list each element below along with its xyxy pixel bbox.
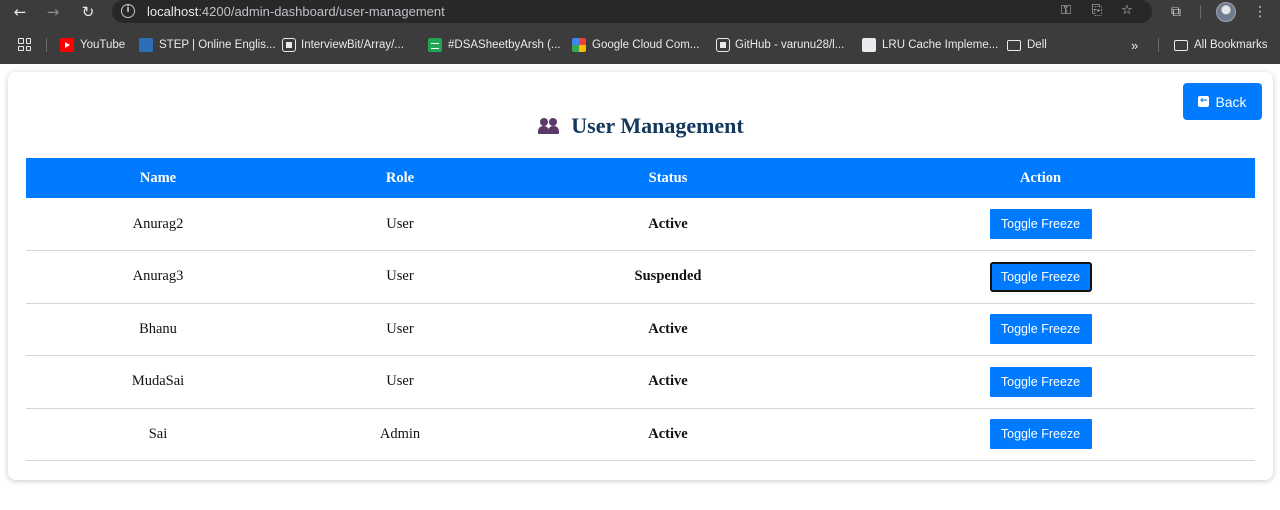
user-name: Anurag2 (26, 198, 290, 251)
bookmark-label: #DSASheetbyArsh (... (448, 39, 561, 51)
toggle-freeze-button[interactable]: Toggle Freeze (989, 261, 1092, 292)
user-role: User (290, 198, 510, 251)
bookmarks-overflow-button[interactable]: » (1131, 36, 1138, 54)
bookmark-lru-cache[interactable]: LRU Cache Impleme... (862, 36, 998, 54)
user-name: MudaSai (26, 355, 290, 409)
all-bookmarks-label: All Bookmarks (1194, 39, 1268, 51)
bookmark-dsasheet[interactable]: #DSASheetbyArsh (... (428, 36, 561, 54)
overflow-chevron-icon: » (1131, 37, 1139, 53)
status-badge: Suspended (510, 250, 826, 304)
table-row: Anurag3 User Suspended Toggle Freeze (26, 250, 1255, 304)
page-content: ← Back User Management Name Role Status … (0, 64, 1280, 510)
globe-icon (862, 38, 876, 52)
extensions-icon[interactable]: ⧉ (1166, 2, 1186, 22)
status-badge: Active (510, 408, 826, 461)
google-cloud-icon (572, 38, 586, 52)
table-row: Bhanu User Active Toggle Freeze (26, 303, 1255, 356)
apps-grid-icon[interactable] (18, 38, 31, 51)
users-icon (537, 117, 561, 135)
page-title: User Management (8, 113, 1273, 139)
bookmark-label: Google Cloud Com... (592, 39, 700, 51)
url-path: :4200/admin-dashboard/user-management (198, 4, 445, 19)
status-badge: Active (510, 355, 826, 409)
translate-icon[interactable]: ⎘ (1088, 2, 1106, 20)
user-role: User (290, 355, 510, 409)
status-badge: Active (510, 303, 826, 356)
table-row: Sai Admin Active Toggle Freeze (26, 408, 1255, 461)
column-header-role: Role (290, 158, 510, 198)
toggle-freeze-button[interactable]: Toggle Freeze (989, 366, 1092, 397)
action-cell: Toggle Freeze (826, 303, 1255, 356)
forward-nav-icon[interactable]: → (43, 2, 63, 22)
bookmark-label: LRU Cache Impleme... (882, 39, 999, 51)
bookmark-label: InterviewBit/Array/... (301, 39, 404, 51)
action-cell: Toggle Freeze (826, 250, 1255, 304)
folder-icon (1174, 39, 1188, 51)
toggle-freeze-button[interactable]: Toggle Freeze (989, 419, 1092, 450)
user-role: Admin (290, 408, 510, 461)
table-header-row: Name Role Status Action (26, 158, 1255, 198)
bookmark-interviewbit[interactable]: InterviewBit/Array/... (283, 36, 404, 54)
toggle-freeze-button[interactable]: Toggle Freeze (989, 209, 1092, 239)
bookmark-label: Dell (1027, 39, 1047, 51)
bookmark-youtube[interactable]: YouTube (60, 36, 125, 54)
toggle-freeze-button[interactable]: Toggle Freeze (989, 314, 1092, 345)
bookmark-label: STEP | Online Englis... (159, 39, 276, 51)
sheets-icon (428, 38, 442, 52)
github-icon (283, 39, 295, 51)
user-name: Sai (26, 408, 290, 461)
back-button-label: Back (1215, 93, 1247, 110)
url-host: localhost (147, 4, 199, 19)
column-header-action: Action (826, 158, 1255, 198)
user-management-card: ← Back User Management Name Role Status … (8, 72, 1273, 480)
all-bookmarks-button[interactable]: All Bookmarks (1174, 36, 1268, 54)
table-row: MudaSai User Active Toggle Freeze (26, 355, 1255, 409)
github-icon (717, 39, 729, 51)
table-row: Anurag2 User Active Toggle Freeze (26, 198, 1255, 251)
bookmark-google-cloud[interactable]: Google Cloud Com... (572, 36, 699, 54)
bookmark-folder-dell[interactable]: Dell (1007, 36, 1047, 54)
user-role: User (290, 303, 510, 356)
profile-avatar[interactable] (1216, 2, 1236, 22)
toolbar-divider (1200, 5, 1201, 19)
action-cell: Toggle Freeze (826, 408, 1255, 461)
action-cell: Toggle Freeze (826, 355, 1255, 409)
url-text[interactable]: localhost:4200/admin-dashboard/user-mana… (147, 4, 445, 19)
page-title-text: User Management (571, 113, 744, 138)
browser-toolbar: ← → ↻ i localhost:4200/admin-dashboard/u… (0, 0, 1280, 24)
password-key-icon[interactable]: ⚿ (1057, 2, 1075, 20)
user-name: Bhanu (26, 303, 290, 356)
column-header-name: Name (26, 158, 290, 198)
back-arrow-icon: ← (1198, 96, 1210, 107)
bookmark-label: YouTube (80, 39, 126, 51)
bookmark-github-varunu28[interactable]: GitHub - varunu28/l... (717, 36, 844, 54)
action-cell: Toggle Freeze (826, 198, 1255, 251)
status-badge: Active (510, 198, 826, 251)
youtube-icon (60, 38, 74, 52)
menu-kebab-icon[interactable]: ⋮ (1250, 2, 1270, 22)
column-header-status: Status (510, 158, 826, 198)
step-icon (139, 38, 153, 52)
reload-icon[interactable]: ↻ (78, 2, 98, 22)
user-role: User (290, 250, 510, 304)
user-name: Anurag3 (26, 250, 290, 304)
bookmarks-bar: YouTube STEP | Online Englis... Intervie… (0, 24, 1280, 64)
users-table: Name Role Status Action Anurag2 User Act… (26, 158, 1255, 461)
bookmark-star-icon[interactable]: ☆ (1118, 2, 1136, 20)
bookmarks-divider (46, 38, 47, 52)
bookmark-label: GitHub - varunu28/l... (735, 39, 845, 51)
site-info-icon[interactable]: i (121, 4, 135, 18)
folder-icon (1007, 39, 1021, 51)
bookmarks-divider (1158, 38, 1159, 52)
bookmark-step[interactable]: STEP | Online Englis... (139, 36, 276, 54)
back-nav-icon[interactable]: ← (10, 2, 30, 22)
address-bar[interactable]: i localhost:4200/admin-dashboard/user-ma… (112, 0, 1152, 23)
